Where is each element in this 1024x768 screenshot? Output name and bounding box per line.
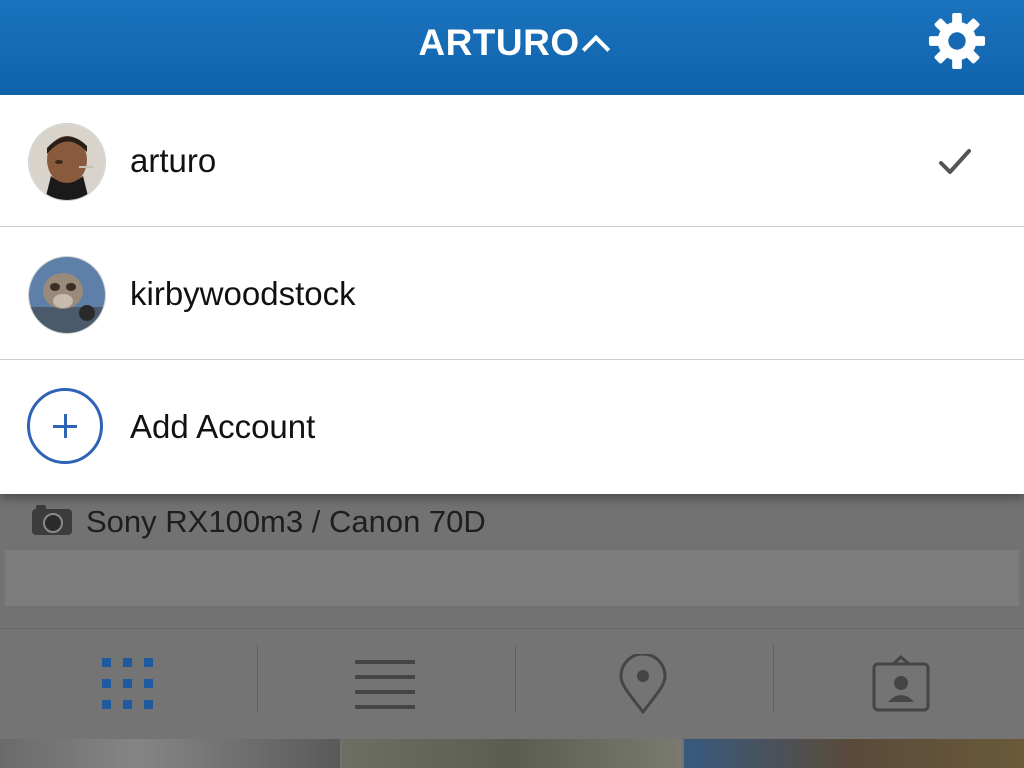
checkmark-icon [939, 149, 971, 174]
add-account-row[interactable]: Add Account [0, 361, 1024, 493]
dimmed-profile-overlay[interactable]: Sony RX100m3 / Canon 70D [0, 494, 1024, 768]
account-username: arturo [130, 142, 217, 179]
account-switcher-menu: arturo kirbywoodstock Add Account [0, 95, 1024, 494]
grid-icon [102, 658, 153, 709]
avatar-kirbywoodstock-image [29, 257, 105, 333]
list-icon [355, 660, 415, 709]
account-switcher-title[interactable]: ARTURO [0, 22, 1024, 64]
photo-thumbnail[interactable] [0, 739, 340, 768]
tab-list-view[interactable] [257, 629, 513, 739]
avatar-arturo-image [29, 124, 105, 200]
tab-photo-map[interactable] [515, 629, 771, 739]
gear-icon[interactable] [928, 12, 986, 70]
avatar [28, 256, 106, 334]
tab-grid-view[interactable] [0, 629, 256, 739]
avatar [28, 123, 106, 201]
account-row-arturo[interactable]: arturo [0, 95, 1024, 227]
top-nav-bar: ARTURO [0, 0, 1024, 95]
edit-profile-bar[interactable] [5, 550, 1019, 606]
photo-thumbnail[interactable] [684, 739, 1024, 768]
location-pin-icon [619, 654, 667, 714]
account-username: kirbywoodstock [130, 275, 356, 312]
add-account-label: Add Account [130, 408, 316, 445]
photo-grid [0, 739, 1024, 768]
photo-thumbnail[interactable] [342, 739, 682, 768]
profile-bio-line: Sony RX100m3 / Canon 70D [32, 502, 486, 542]
account-title-text: ARTURO [418, 22, 580, 63]
chevron-up-icon [581, 34, 610, 64]
tagged-person-icon [872, 655, 930, 712]
camera-icon [32, 505, 72, 535]
profile-view-tabs [0, 628, 1024, 740]
account-row-kirbywoodstock[interactable]: kirbywoodstock [0, 228, 1024, 360]
add-circle-icon [27, 388, 103, 464]
bio-text: Sony RX100m3 / Canon 70D [86, 504, 486, 539]
tab-tagged-photos[interactable] [773, 629, 1024, 739]
